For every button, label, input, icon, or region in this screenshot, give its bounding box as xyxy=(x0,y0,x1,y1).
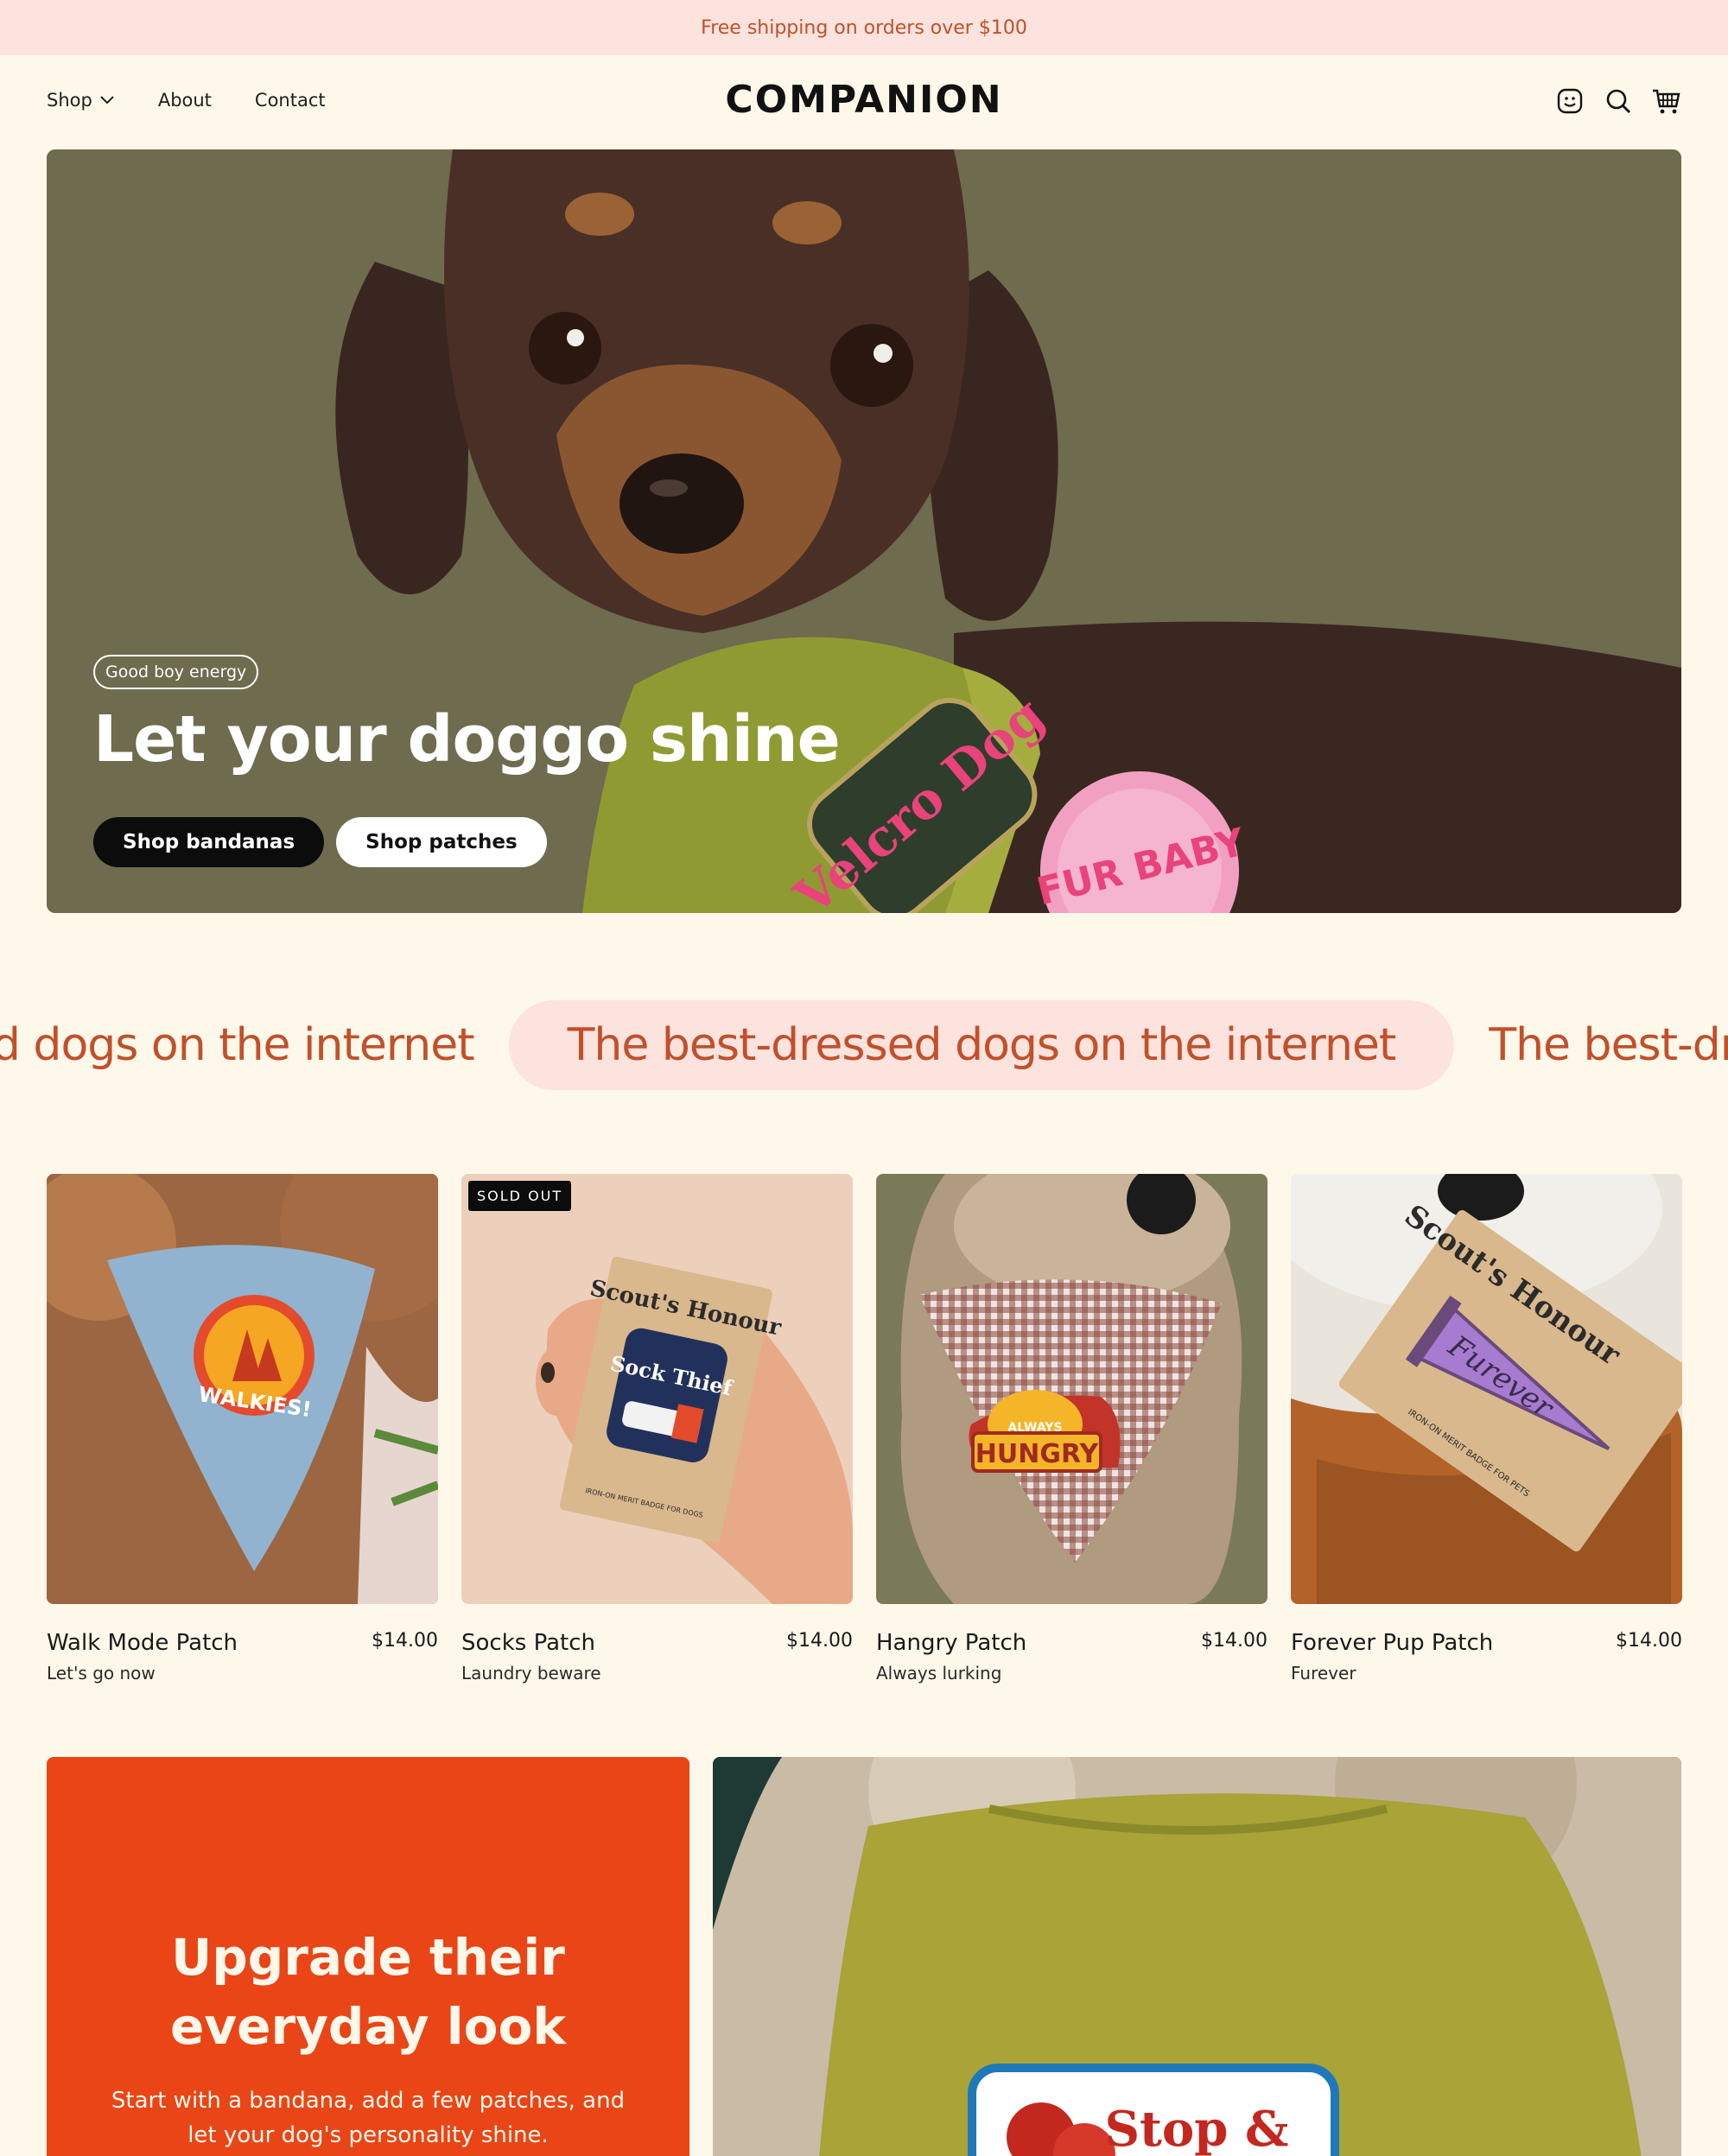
marquee-banner: The best-dressed dogs on the internet Th… xyxy=(0,998,1728,1093)
product-price: $14.00 xyxy=(1616,1630,1682,1652)
product-image: Scout's Honour Furever IRON-ON MERIT BAD… xyxy=(1291,1174,1682,1604)
hero-tag: Good boy energy xyxy=(93,655,259,689)
product-subtitle: Let's go now xyxy=(47,1663,156,1684)
product-name: Forever Pup Patch xyxy=(1291,1630,1494,1656)
patch-top: ALWAYS xyxy=(1007,1421,1062,1435)
product-price: $14.00 xyxy=(372,1630,438,1652)
account-icon[interactable] xyxy=(1555,86,1585,116)
product-card[interactable]: ALWAYS HUNGRY Hangry Patch $14.00 Always… xyxy=(876,1174,1267,1684)
marquee-item: The best-dressed dogs on the internet xyxy=(1489,1019,1728,1071)
product-card[interactable]: Scout's Honour Sock Thief IRON-ON MERIT … xyxy=(461,1174,853,1684)
promo-title: Upgrade their everyday look xyxy=(47,1923,689,2061)
product-price: $14.00 xyxy=(786,1630,853,1652)
announcement-text: Free shipping on orders over $100 xyxy=(701,16,1027,39)
marquee-item-highlight: The best-dressed dogs on the internet xyxy=(508,1000,1455,1090)
product-card[interactable]: WALKIES! Walk Mode Patch $14.00 Let's go… xyxy=(47,1174,438,1684)
product-image: ALWAYS HUNGRY xyxy=(876,1174,1267,1604)
product-name: Walk Mode Patch xyxy=(47,1630,238,1656)
hero-buttons: Shop bandanas Shop patches xyxy=(93,817,547,867)
hero-banner: Velcro Dog FUR BABY Good boy energy Let … xyxy=(47,149,1681,913)
product-image: WALKIES! xyxy=(47,1174,438,1604)
shop-bandanas-button[interactable]: Shop bandanas xyxy=(93,817,325,867)
cart-icon[interactable] xyxy=(1652,86,1681,116)
product-name: Hangry Patch xyxy=(876,1630,1027,1656)
product-grid: WALKIES! Walk Mode Patch $14.00 Let's go… xyxy=(47,1174,1682,1684)
promo-block: Upgrade their everyday look Start with a… xyxy=(47,1757,689,2156)
header-actions xyxy=(1555,86,1681,116)
product-subtitle: Furever xyxy=(1291,1663,1356,1684)
hero-title: Let your doggo shine xyxy=(93,702,841,777)
sold-out-badge: SOLD OUT xyxy=(468,1181,572,1211)
product-price: $14.00 xyxy=(1201,1630,1267,1652)
promo-text: Start with a bandana, add a few patches,… xyxy=(111,2088,626,2148)
site-logo[interactable]: COMPANION xyxy=(0,78,1728,122)
marquee-track: The best-dressed dogs on the internet Th… xyxy=(0,998,1728,1093)
search-icon[interactable] xyxy=(1604,86,1633,116)
product-subtitle: Laundry beware xyxy=(461,1663,601,1684)
patch-label: HUNGRY xyxy=(975,1439,1100,1469)
shop-patches-button[interactable]: Shop patches xyxy=(336,817,547,867)
product-card[interactable]: Scout's Honour Furever IRON-ON MERIT BAD… xyxy=(1291,1174,1682,1684)
product-image: Scout's Honour Sock Thief IRON-ON MERIT … xyxy=(461,1174,853,1604)
site-header: Shop About Contact COMPANION xyxy=(0,55,1728,150)
promo-title-line2: everyday look xyxy=(170,1997,566,2056)
promo-photo: Stop & xyxy=(713,1757,1681,2156)
product-name: Socks Patch xyxy=(461,1630,595,1656)
photo-patch-text: Stop & xyxy=(1105,2101,1289,2156)
product-subtitle: Always lurking xyxy=(876,1663,1002,1684)
marquee-item: The best-dressed dogs on the internet xyxy=(0,1019,475,1071)
announcement-bar: Free shipping on orders over $100 xyxy=(0,0,1728,55)
promo-title-line1: Upgrade their xyxy=(171,1928,565,1987)
hero-dog-image: Velcro Dog FUR BABY xyxy=(47,149,1681,913)
